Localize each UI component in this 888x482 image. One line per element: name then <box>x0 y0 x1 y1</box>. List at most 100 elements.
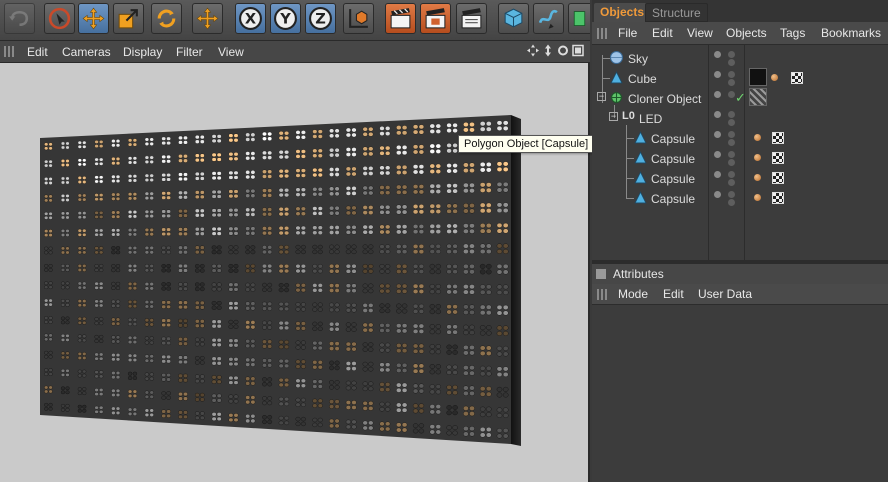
editor-visibility-dot[interactable] <box>714 71 721 78</box>
render-visibility-dot[interactable] <box>728 51 735 58</box>
phong-tag[interactable] <box>754 134 761 141</box>
render-settings-button[interactable] <box>456 3 487 34</box>
om-menu-tags[interactable]: Tags <box>780 26 805 40</box>
om-menu-view[interactable]: View <box>687 26 713 40</box>
grip-handle-icon[interactable] <box>4 46 16 57</box>
column-divider[interactable] <box>744 45 745 260</box>
phong-tag[interactable] <box>771 74 778 81</box>
om-menu-bookmarks[interactable]: Bookmarks <box>821 26 881 40</box>
pan-view-icon[interactable] <box>527 44 539 57</box>
editor-visibility-dot[interactable] <box>714 191 721 198</box>
rotate-view-icon[interactable] <box>557 44 569 57</box>
object-row-capsule[interactable]: Capsule <box>592 188 888 208</box>
uvw-tag[interactable] <box>772 172 784 184</box>
object-row-capsule[interactable]: Capsule <box>592 168 888 188</box>
recent-tool-icon <box>196 7 219 30</box>
render-visibility-dot[interactable] <box>728 71 735 78</box>
editor-visibility-dot[interactable] <box>714 51 721 58</box>
render-visibility-dot[interactable] <box>728 111 735 118</box>
render-picture-viewer-button[interactable] <box>420 3 451 34</box>
om-menu-edit[interactable]: Edit <box>652 26 673 40</box>
object-row-led[interactable]: − L0 LED <box>592 108 888 128</box>
render-visibility-dot[interactable] <box>728 151 735 158</box>
editor-visibility-dot[interactable] <box>714 131 721 138</box>
render-visibility-dot[interactable] <box>728 191 735 198</box>
phong-tag[interactable] <box>754 194 761 201</box>
cube-primitive-button[interactable] <box>498 3 529 34</box>
z-axis-button[interactable]: Z <box>305 3 336 34</box>
attr-menu-mode[interactable]: Mode <box>618 287 648 301</box>
3d-viewport[interactable] <box>0 63 590 482</box>
render-visibility-dot[interactable] <box>728 159 735 166</box>
undo-button[interactable] <box>4 3 35 34</box>
recent-tool-button[interactable] <box>192 3 223 34</box>
object-name[interactable]: LED <box>639 112 662 126</box>
object-row-sky[interactable]: Sky <box>592 48 888 68</box>
viewport-menu-cameras[interactable]: Cameras <box>62 45 111 59</box>
render-view-button[interactable] <box>385 3 416 34</box>
collapse-toggle-icon[interactable]: − <box>609 112 618 121</box>
render-visibility-dot[interactable] <box>728 119 735 126</box>
render-visibility-dot[interactable] <box>728 199 735 206</box>
object-name[interactable]: Sky <box>628 52 648 66</box>
uvw-tag[interactable] <box>791 72 803 84</box>
uvw-tag[interactable] <box>772 132 784 144</box>
viewport-menu-bar: Edit Cameras Display Filter View <box>0 41 590 63</box>
x-axis-button[interactable]: X <box>235 3 266 34</box>
live-selection-button[interactable] <box>44 3 75 34</box>
render-visibility-dot[interactable] <box>728 91 735 98</box>
panel-menu-icon[interactable] <box>596 269 606 279</box>
column-divider[interactable] <box>708 45 709 260</box>
viewport-menu-view[interactable]: View <box>218 45 244 59</box>
tab-structure[interactable]: Structure <box>645 3 708 22</box>
render-visibility-dot[interactable] <box>728 139 735 146</box>
uvw-tag[interactable] <box>772 152 784 164</box>
collapse-toggle-icon[interactable]: − <box>597 92 606 101</box>
cloner-icon <box>611 92 622 103</box>
object-row-capsule[interactable]: Capsule <box>592 128 888 148</box>
render-visibility-dot[interactable] <box>728 179 735 186</box>
dolly-view-icon[interactable] <box>542 44 554 57</box>
render-visibility-dot[interactable] <box>728 131 735 138</box>
object-name[interactable]: Capsule <box>651 132 695 146</box>
led-panel-render[interactable] <box>0 63 588 482</box>
cube-texture-tag[interactable] <box>749 68 767 86</box>
y-axis-button[interactable]: Y <box>270 3 301 34</box>
object-name[interactable]: Cloner Object <box>628 92 701 106</box>
om-menu-objects[interactable]: Objects <box>726 26 767 40</box>
editor-visibility-dot[interactable] <box>714 91 721 98</box>
nurbs-button[interactable] <box>568 3 590 34</box>
viewport-menu-filter[interactable]: Filter <box>176 45 203 59</box>
phong-tag[interactable] <box>754 174 761 181</box>
editor-visibility-dot[interactable] <box>714 151 721 158</box>
editor-visibility-dot[interactable] <box>714 171 721 178</box>
om-menu-file[interactable]: File <box>618 26 637 40</box>
grip-handle-icon[interactable] <box>597 28 609 39</box>
object-row-cube[interactable]: Cube <box>592 68 888 88</box>
attr-menu-user-data[interactable]: User Data <box>698 287 752 301</box>
viewport-menu-edit[interactable]: Edit <box>27 45 48 59</box>
grip-handle-icon[interactable] <box>597 289 609 300</box>
uvw-tag[interactable] <box>772 192 784 204</box>
object-name[interactable]: Capsule <box>651 172 695 186</box>
object-row-cloner[interactable]: − Cloner Object ✓ <box>592 88 888 108</box>
coordinate-system-button[interactable] <box>343 3 374 34</box>
object-name[interactable]: Capsule <box>651 192 695 206</box>
spline-pen-button[interactable] <box>533 3 564 34</box>
move-tool-button[interactable] <box>78 3 109 34</box>
render-visibility-dot[interactable] <box>728 171 735 178</box>
phong-tag[interactable] <box>754 154 761 161</box>
viewport-menu-display[interactable]: Display <box>123 45 162 59</box>
maximize-view-icon[interactable] <box>572 44 584 57</box>
object-row-capsule[interactable]: Capsule <box>592 148 888 168</box>
editor-visibility-dot[interactable] <box>714 111 721 118</box>
attr-menu-edit[interactable]: Edit <box>663 287 684 301</box>
object-name[interactable]: Cube <box>628 72 657 86</box>
tab-objects[interactable]: Objects <box>594 3 651 22</box>
rotate-tool-button[interactable] <box>151 3 182 34</box>
render-visibility-dot[interactable] <box>728 59 735 66</box>
scale-tool-button[interactable] <box>113 3 144 34</box>
texture-tag[interactable] <box>749 88 767 106</box>
render-visibility-dot[interactable] <box>728 79 735 86</box>
object-name[interactable]: Capsule <box>651 152 695 166</box>
